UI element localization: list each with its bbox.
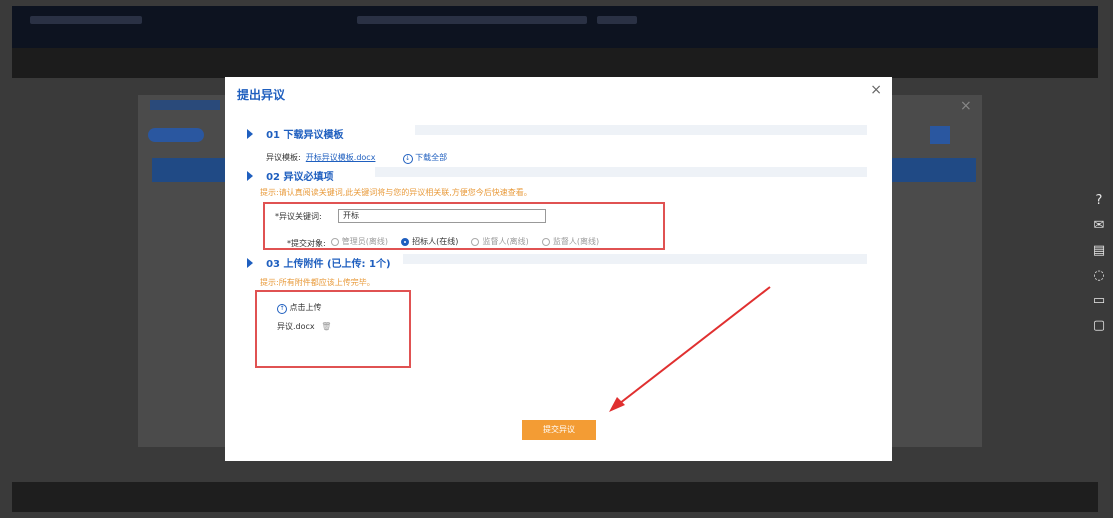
keyword-label: *异议关键词: xyxy=(275,212,322,221)
radio-label: 管理员(离线) xyxy=(341,237,389,246)
section-upload: 03 上传附件 (已上传: 1个) xyxy=(247,252,391,271)
app-topbar xyxy=(12,6,1098,48)
template-file-link[interactable]: 开标异议模板.docx xyxy=(306,153,376,162)
radio-supervisor-1[interactable]: 监督人(离线) xyxy=(471,231,536,250)
download-all-label: 下载全部 xyxy=(415,153,448,162)
download-icon: ↓ xyxy=(402,154,413,164)
radio-tenderer[interactable]: 招标人(在线) xyxy=(401,231,466,250)
keyword-input[interactable] xyxy=(338,209,546,223)
section3-tip: 提示:所有附件都应该上传完毕。 xyxy=(260,278,375,287)
right-rail: ? ✉ ▤ ◌ ▭ ▢ xyxy=(1091,193,1113,343)
template-row: 异议模板: 开标异议模板.docx ↓ 下载全部 xyxy=(266,145,447,164)
uploaded-file-name: 异议.docx xyxy=(277,322,315,331)
bottom-band xyxy=(12,482,1098,512)
section-arrow-icon xyxy=(247,128,253,139)
radio-label: 监督人(离线) xyxy=(552,237,600,246)
target-row: *提交对象: 管理员(离线) 招标人(在线) 监督人(离线) 监督人(离线) xyxy=(287,231,607,250)
radio-label: 监督人(离线) xyxy=(482,237,529,246)
template-label: 异议模板: xyxy=(266,153,301,162)
section-required: 02 异议必填项 xyxy=(247,165,334,184)
radio-circle xyxy=(330,237,339,246)
arrowhead-icon xyxy=(609,397,625,412)
uploaded-file: 异议.docx 🗑 xyxy=(277,321,331,332)
section-divider xyxy=(415,125,867,135)
radio-label: 招标人(在线) xyxy=(412,237,459,246)
modal-title: 提出异议 xyxy=(237,88,286,102)
annotation-arrow xyxy=(609,286,771,412)
close-icon[interactable]: × xyxy=(870,82,882,98)
message-icon[interactable]: ▭ xyxy=(1091,293,1107,309)
section2-tip: 提示:请认真阅读关键词,此关键词将与您的异议相关联,方便您今后快速查看。 xyxy=(260,188,532,197)
radio-circle xyxy=(471,237,480,246)
chat-icon[interactable]: ◌ xyxy=(1091,268,1107,284)
arrow-line xyxy=(614,286,771,408)
section-title: 02 异议必填项 xyxy=(266,172,334,183)
section-download-template: 01 下载异议模板 xyxy=(247,123,344,142)
upload-button[interactable]: ↑ 点击上传 xyxy=(277,302,322,314)
background-close-icon: × xyxy=(960,98,972,114)
radio-admin[interactable]: 管理员(离线) xyxy=(330,231,396,250)
background-pill xyxy=(148,128,204,142)
document-icon[interactable]: ▤ xyxy=(1091,243,1107,259)
objection-modal: 提出异议 × 01 下载异议模板 异议模板: 开标异议模板.docx ↓ 下载全… xyxy=(225,77,892,461)
section-divider xyxy=(375,167,867,177)
target-label: *提交对象: xyxy=(287,239,326,248)
mail-icon[interactable]: ✉ xyxy=(1091,218,1107,234)
radio-circle xyxy=(401,237,410,246)
submit-objection-button[interactable]: 提交异议 xyxy=(522,420,596,440)
download-all-button[interactable]: ↓ 下载全部 xyxy=(402,153,448,164)
app-band xyxy=(12,48,1098,78)
background-search-button xyxy=(930,126,950,144)
section-arrow-icon xyxy=(247,170,253,181)
help-icon[interactable]: ? xyxy=(1091,193,1107,209)
section-arrow-icon xyxy=(247,257,253,268)
section-title: 01 下载异议模板 xyxy=(266,130,344,141)
radio-supervisor-2[interactable]: 监督人(离线) xyxy=(541,231,607,250)
delete-icon[interactable]: 🗑 xyxy=(321,322,331,331)
upload-icon: ↑ xyxy=(277,304,287,314)
background-panel-title xyxy=(150,100,220,110)
upload-label: 点击上传 xyxy=(289,303,322,312)
section-title: 03 上传附件 (已上传: 1个) xyxy=(266,259,391,270)
section-divider xyxy=(403,254,867,264)
copy-icon[interactable]: ▢ xyxy=(1091,318,1107,334)
radio-circle xyxy=(541,237,550,246)
